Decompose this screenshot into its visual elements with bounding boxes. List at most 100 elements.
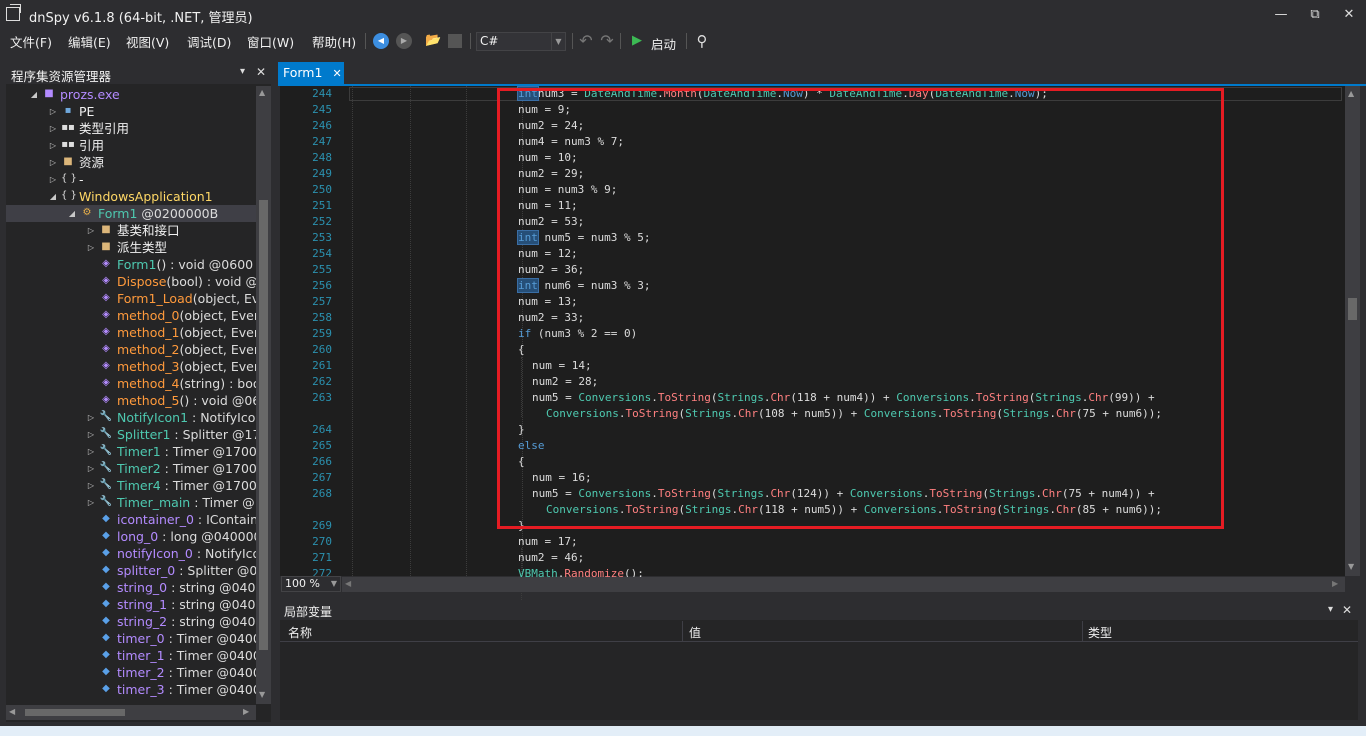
scroll-right-icon[interactable]: ▶ — [1332, 579, 1338, 588]
tree-item[interactable]: ◈ method_4(string) : boo — [6, 375, 256, 392]
scroll-up-icon[interactable]: ▲ — [1348, 89, 1354, 98]
zoom-select[interactable]: 100 % ▼ — [281, 576, 341, 592]
collapsed-arrow-icon[interactable]: ▷ — [48, 103, 58, 120]
tree-item[interactable]: ◈ method_2(object, Event — [6, 341, 256, 358]
tree-item[interactable]: ◆ splitter_0 : Splitter @04 — [6, 562, 256, 579]
search-icon[interactable]: ⚲ — [694, 33, 710, 49]
tree-item[interactable]: ◈ Form1() : void @0600 — [6, 256, 256, 273]
restore-button[interactable]: ⧉ — [1300, 4, 1330, 26]
tree-item[interactable]: ◈ Form1_Load(object, Eve — [6, 290, 256, 307]
tree-item[interactable]: ◈ method_0(object, Event — [6, 307, 256, 324]
language-select[interactable]: C# ▼ — [476, 32, 566, 51]
tree-item[interactable]: ◈ method_1(object, Event — [6, 324, 256, 341]
tree-item[interactable]: ◈ method_5() : void @06 — [6, 392, 256, 409]
open-folder-icon[interactable]: 📂 — [425, 33, 441, 49]
tree-item[interactable]: ◢ ■ prozs.exe — [6, 86, 256, 103]
tree-item[interactable]: ▷ ■ 资源 — [6, 154, 256, 171]
collapsed-arrow-icon[interactable]: ▷ — [48, 137, 58, 154]
tab-form1[interactable]: Form1 ✕ — [278, 62, 344, 84]
close-panel-icon[interactable]: ✕ — [256, 65, 266, 79]
close-window-button[interactable]: ✕ — [1334, 4, 1364, 26]
column-name[interactable]: 名称 — [288, 624, 312, 641]
editor-vertical-scrollbar[interactable] — [1345, 86, 1360, 576]
expanded-arrow-icon[interactable]: ◢ — [48, 188, 58, 205]
collapsed-arrow-icon[interactable]: ▷ — [86, 443, 96, 460]
scroll-up-icon[interactable]: ▲ — [259, 88, 265, 97]
collapsed-arrow-icon[interactable]: ▷ — [86, 222, 96, 239]
tree-item[interactable]: ◈ Dispose(bool) : void @ — [6, 273, 256, 290]
menu-window[interactable]: 窗口(W) — [247, 32, 294, 51]
menu-edit[interactable]: 编辑(E) — [68, 32, 111, 51]
collapsed-arrow-icon[interactable]: ▷ — [86, 239, 96, 256]
back-icon[interactable]: ◀ — [373, 33, 389, 49]
tree-item[interactable]: ▷ 🔧 Timer1 : Timer @17000 — [6, 443, 256, 460]
tree-item[interactable]: ◆ timer_1 : Timer @04000 — [6, 647, 256, 664]
tree-item[interactable]: ▷ 🔧 Timer4 : Timer @17000 — [6, 477, 256, 494]
column-type[interactable]: 类型 — [1088, 624, 1112, 641]
minimize-button[interactable]: — — [1266, 4, 1296, 26]
collapsed-arrow-icon[interactable]: ▷ — [86, 494, 96, 511]
panel-menu-icon[interactable]: ▾ — [1328, 604, 1333, 615]
tree-item[interactable]: ◆ timer_2 : Timer @04000 — [6, 664, 256, 681]
tree-item[interactable]: ▷ ▪▪ 类型引用 — [6, 120, 256, 137]
tree-item[interactable]: ◆ string_0 : string @0400 — [6, 579, 256, 596]
tree-item[interactable]: ◆ long_0 : long @040000 — [6, 528, 256, 545]
collapsed-arrow-icon[interactable]: ▷ — [48, 171, 58, 188]
tree-hscroll-thumb[interactable] — [25, 709, 125, 716]
tree-item[interactable]: ◆ icontainer_0 : IContaine — [6, 511, 256, 528]
tree-item[interactable]: ◆ string_1 : string @0400 — [6, 596, 256, 613]
scroll-left-icon[interactable]: ◀ — [345, 579, 351, 588]
collapsed-arrow-icon[interactable]: ▷ — [86, 409, 96, 426]
tree-item[interactable]: ▷{ } - — [6, 171, 256, 188]
collapsed-arrow-icon[interactable]: ▷ — [86, 460, 96, 477]
column-separator[interactable] — [682, 621, 683, 641]
tree-item[interactable]: ◢{ } WindowsApplication1 — [6, 188, 256, 205]
save-all-icon[interactable] — [448, 34, 462, 48]
tree-item[interactable]: ▷ 🔧 Timer_main : Timer @1 — [6, 494, 256, 511]
column-separator[interactable] — [1082, 621, 1083, 641]
redo-icon[interactable]: ↷ — [599, 33, 615, 49]
undo-icon[interactable]: ↶ — [578, 33, 594, 49]
scroll-down-icon[interactable]: ▼ — [1348, 562, 1354, 571]
locals-header-divider — [280, 641, 1358, 642]
scroll-left-icon[interactable]: ◀ — [9, 707, 15, 716]
close-tab-icon[interactable]: ✕ — [332, 67, 341, 80]
tree-item[interactable]: ▷ ▪▪ 引用 — [6, 137, 256, 154]
panel-menu-icon[interactable]: ▾ — [240, 66, 245, 77]
tree-item[interactable]: ◢ ⚙ Form1 @0200000B — [6, 205, 256, 222]
menu-help[interactable]: 帮助(H) — [312, 32, 356, 51]
tree-item[interactable]: ▷ ■ 派生类型 — [6, 239, 256, 256]
tree-item[interactable]: ▷🔧 Splitter1 : Splitter @170 — [6, 426, 256, 443]
forward-icon[interactable]: ▶ — [396, 33, 412, 49]
scroll-right-icon[interactable]: ▶ — [243, 707, 249, 716]
menu-debug[interactable]: 调试(D) — [187, 32, 231, 51]
tree-item[interactable]: ▷ ■ 基类和接口 — [6, 222, 256, 239]
code-line[interactable]: num = 17; — [518, 534, 578, 550]
collapsed-arrow-icon[interactable]: ▷ — [48, 154, 58, 171]
collapsed-arrow-icon[interactable]: ▷ — [86, 426, 96, 443]
tree-item[interactable]: ◆ timer_0 : Timer @04000 — [6, 630, 256, 647]
code-line[interactable]: num2 = 46; — [518, 550, 584, 566]
tree-item[interactable]: ▷ 🔧 NotifyIcon1 : NotifyIcon — [6, 409, 256, 426]
tree-item[interactable]: ◈ method_3(object, Event — [6, 358, 256, 375]
collapsed-arrow-icon[interactable]: ▷ — [48, 120, 58, 137]
menu-file[interactable]: 文件(F) — [10, 32, 52, 51]
editor-horizontal-scrollbar[interactable] — [342, 577, 1345, 592]
menu-view[interactable]: 视图(V) — [126, 32, 169, 51]
editor-scroll-thumb[interactable] — [1348, 298, 1357, 320]
tree-item[interactable]: ▷ 🔧 Timer2 : Timer @17000 — [6, 460, 256, 477]
tree-item[interactable]: ▷ ▪ PE — [6, 103, 256, 120]
tree-scroll-thumb[interactable] — [259, 200, 268, 650]
tree-item[interactable]: ◆ string_2 : string @0400 — [6, 613, 256, 630]
start-icon[interactable]: ▶ — [630, 33, 644, 49]
start-button[interactable]: 启动 — [651, 34, 676, 53]
tree-item[interactable]: ◆ notifyIcon_0 : NotifyIco — [6, 545, 256, 562]
tree-item[interactable]: ◆ timer_3 : Timer @04000 — [6, 681, 256, 698]
expanded-arrow-icon[interactable]: ◢ — [29, 86, 39, 103]
scroll-down-icon[interactable]: ▼ — [259, 690, 265, 699]
line-number: 271 — [312, 551, 332, 564]
close-panel-icon[interactable]: ✕ — [1342, 603, 1352, 617]
column-value[interactable]: 值 — [689, 624, 701, 641]
collapsed-arrow-icon[interactable]: ▷ — [86, 477, 96, 494]
expanded-arrow-icon[interactable]: ◢ — [67, 205, 77, 222]
